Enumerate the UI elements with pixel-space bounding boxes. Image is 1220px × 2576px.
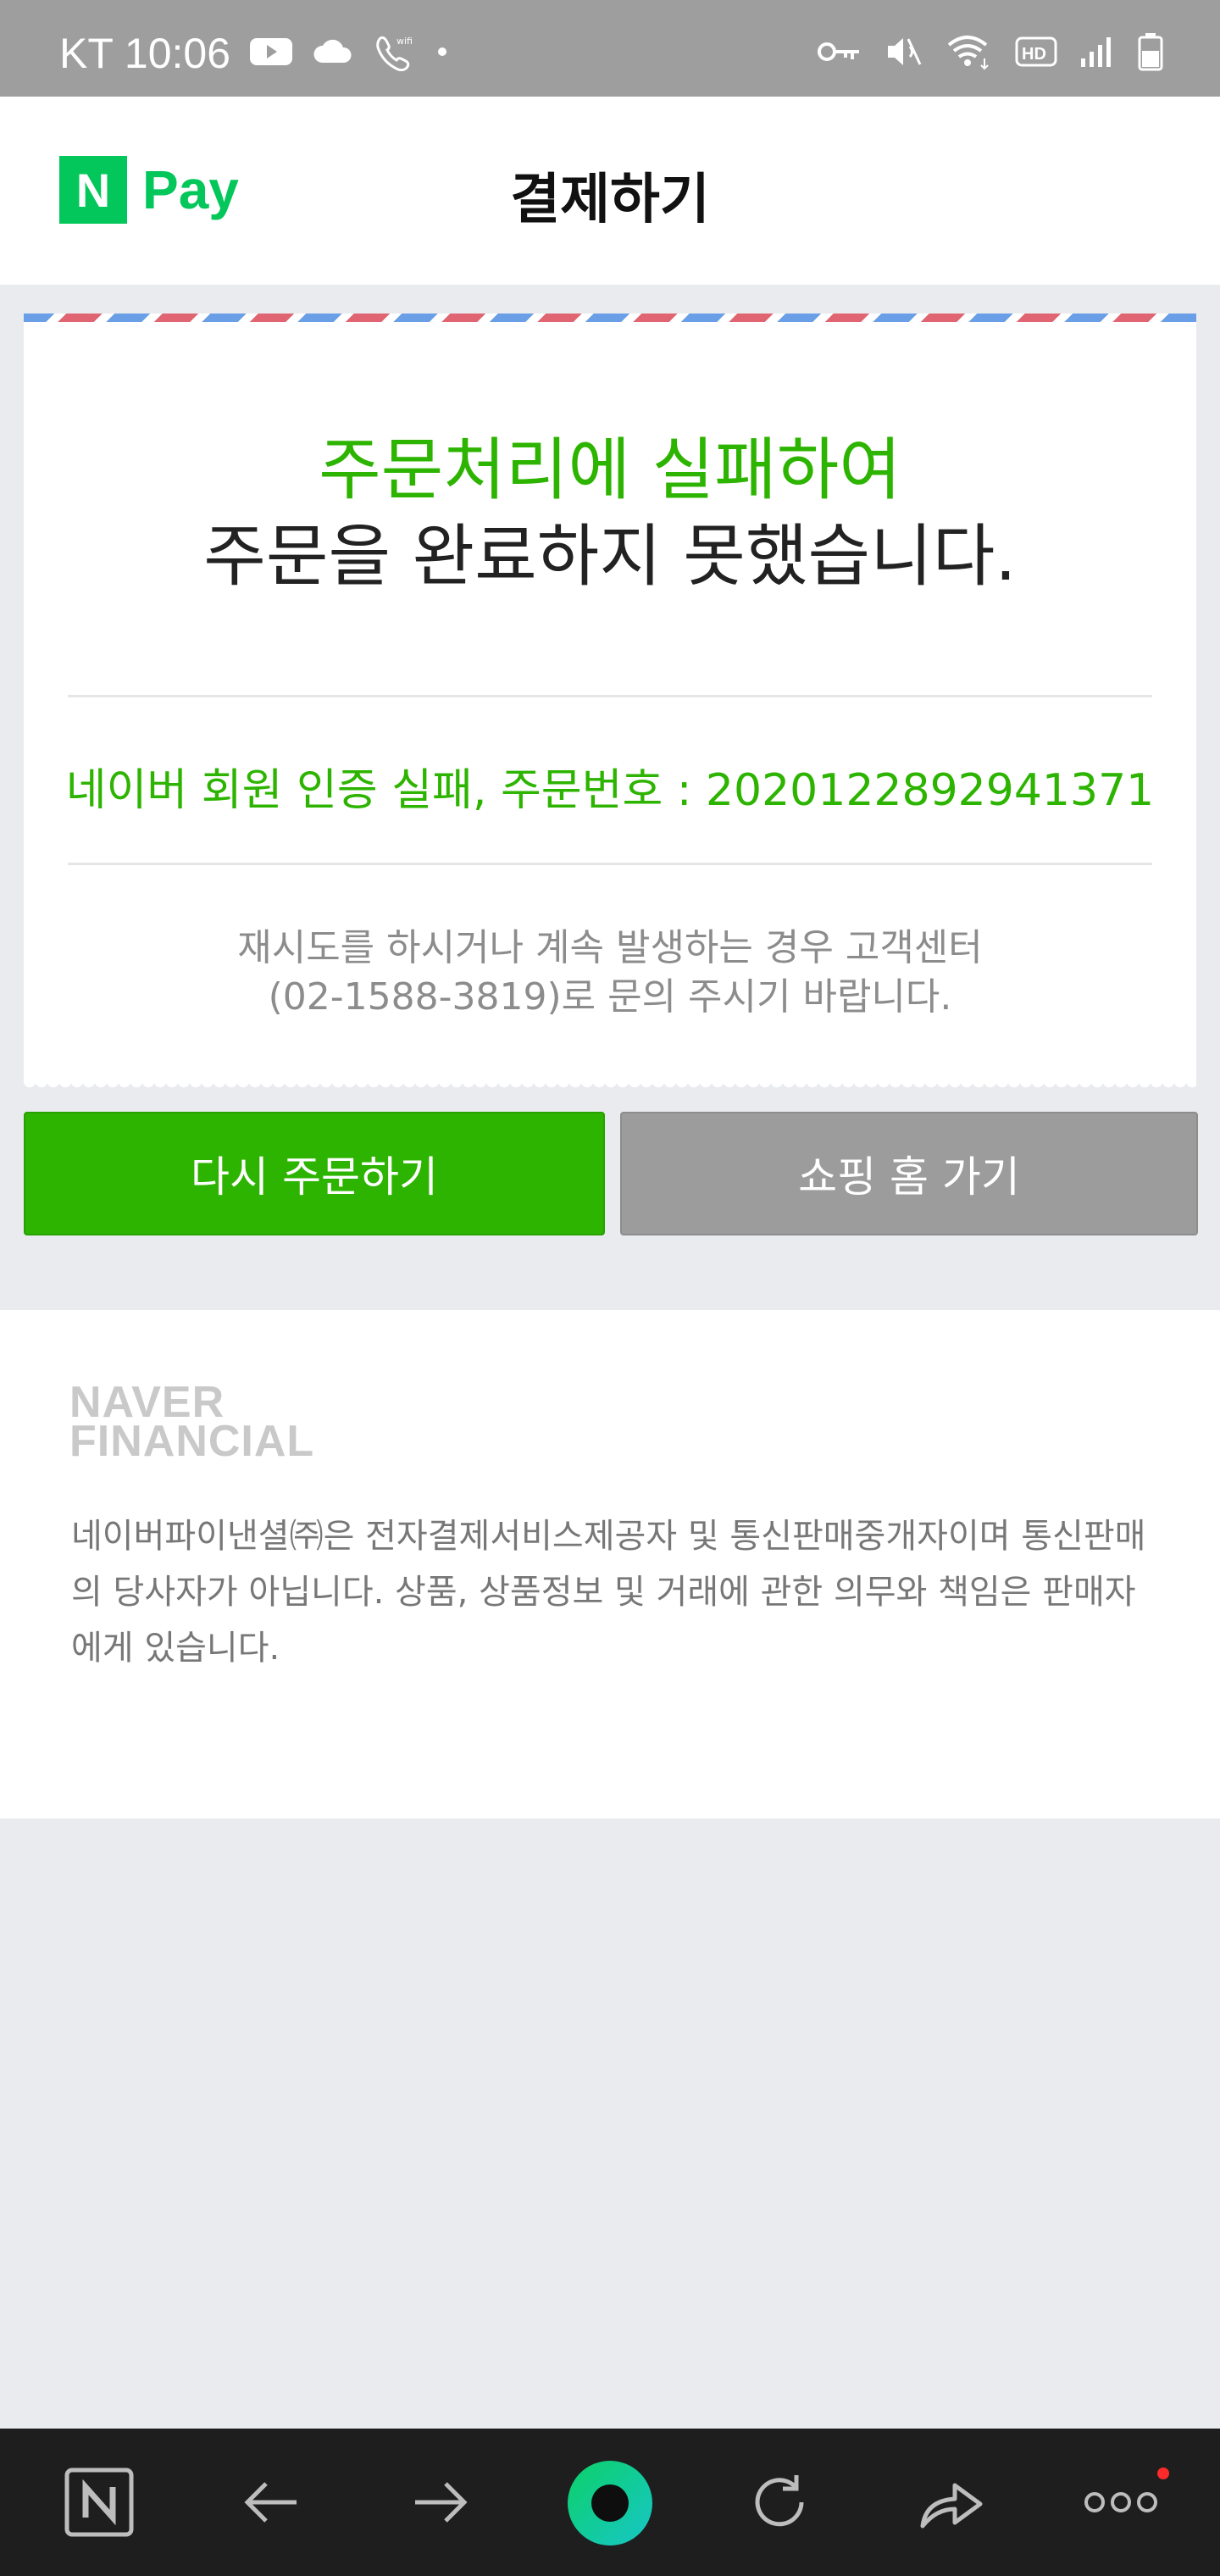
airmail-border xyxy=(24,314,1196,322)
support-hint-line2: (02-1588-3819)로 문의 주시기 바랍니다. xyxy=(268,975,952,1019)
hd-icon: HD xyxy=(1015,36,1057,70)
back-arrow-icon[interactable] xyxy=(233,2464,309,2540)
share-icon[interactable] xyxy=(913,2464,990,2540)
status-bar: KT 10:06 wifi HD xyxy=(0,0,1220,97)
brand-line2: FINANCIAL xyxy=(69,1417,315,1466)
footer: NAVER FINANCIAL 네이버파이낸셜㈜은 전자결제서비스제공자 및 통… xyxy=(0,1310,1220,1818)
cloud-icon xyxy=(312,37,354,69)
naver-financial-logo: NAVER FINANCIAL xyxy=(69,1380,315,1466)
green-dot-icon[interactable] xyxy=(561,2454,659,2552)
svg-text:wifi: wifi xyxy=(396,36,413,47)
browser-toolbar xyxy=(0,2429,1220,2576)
svg-text:HD: HD xyxy=(1022,45,1046,64)
divider xyxy=(68,695,1152,697)
refresh-icon[interactable] xyxy=(741,2464,818,2540)
shopping-home-button[interactable]: 쇼핑 홈 가기 xyxy=(620,1112,1198,1235)
failure-headline-line2: 주문을 완료하지 못했습니다. xyxy=(203,517,1017,596)
retry-order-button[interactable]: 다시 주문하기 xyxy=(24,1112,605,1235)
divider xyxy=(68,863,1152,865)
notification-dot xyxy=(1157,2468,1169,2479)
app-header: N Pay 결제하기 xyxy=(0,97,1220,285)
support-hint-line1: 재시도를 하시거나 계속 발생하는 경우 고객센터 xyxy=(237,926,983,969)
page-title: 결제하기 xyxy=(510,169,710,231)
failure-detail: 네이버 회원 인증 실패, 주문번호 : 2020122892941371 xyxy=(65,765,1155,816)
naver-home-icon[interactable] xyxy=(61,2464,137,2540)
legal-disclaimer: 네이버파이낸셜㈜은 전자결제서비스제공자 및 통신판매중개자이며 통신판매의 당… xyxy=(71,1517,1146,1668)
failure-headline-line1: 주문처리에 실패하여 xyxy=(319,430,901,509)
youtube-icon xyxy=(249,36,293,71)
forward-arrow-icon[interactable] xyxy=(402,2464,479,2540)
support-hint: 재시도를 하시거나 계속 발생하는 경우 고객센터 (02-1588-3819)… xyxy=(24,924,1196,1022)
order-result-card: 주문처리에 실패하여 주문을 완료하지 못했습니다. 네이버 회원 인증 실패,… xyxy=(24,314,1196,1093)
zigzag-edge xyxy=(24,1081,1196,1093)
wifi-icon xyxy=(946,33,993,74)
more-icon[interactable] xyxy=(1083,2464,1159,2540)
battery-icon xyxy=(1137,32,1164,75)
dot-icon xyxy=(434,43,451,64)
status-time: KT 10:06 xyxy=(59,30,231,77)
signal-icon xyxy=(1079,35,1115,72)
mute-icon xyxy=(884,34,923,73)
wifi-call-icon: wifi xyxy=(373,32,415,75)
key-icon xyxy=(817,39,862,68)
